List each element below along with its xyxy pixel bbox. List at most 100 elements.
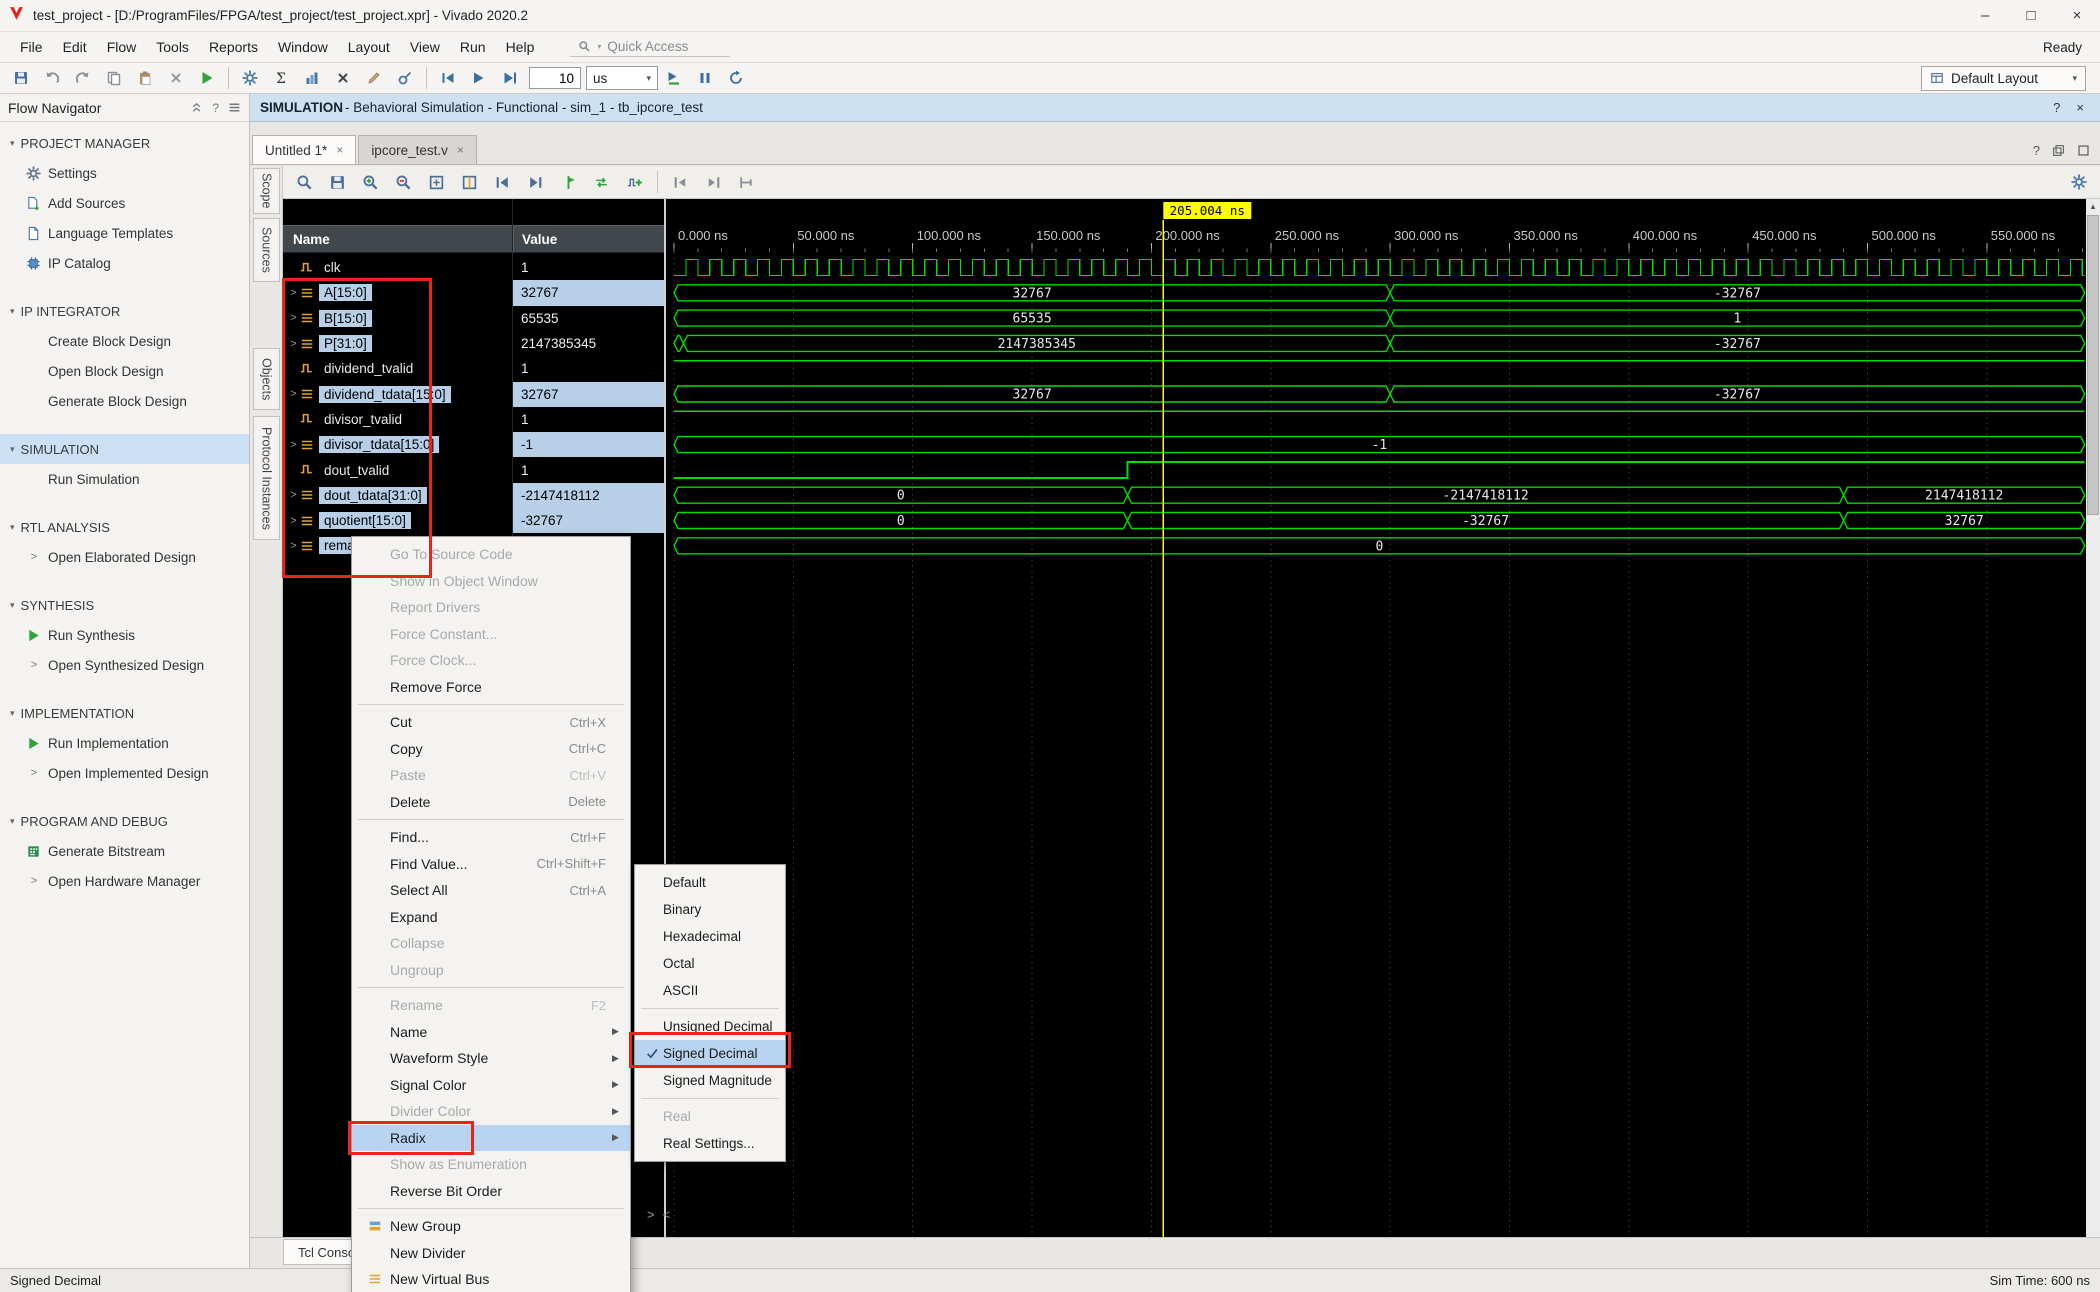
flow-item-create-block-design[interactable]: Create Block Design — [0, 326, 249, 356]
maximize-button[interactable]: □ — [2008, 0, 2054, 31]
zoom-cursor-icon[interactable] — [454, 169, 485, 196]
signal-value-dout-tdata-31-0[interactable]: -2147418112 — [513, 483, 664, 508]
flow-section-ip-integrator[interactable]: ▾IP INTEGRATOR — [0, 296, 249, 326]
waveform-settings-gear-icon[interactable] — [2063, 169, 2094, 196]
flow-item-open-elaborated-design[interactable]: >Open Elaborated Design — [0, 542, 249, 572]
zoom-in-icon[interactable] — [355, 169, 386, 196]
flow-item-generate-block-design[interactable]: Generate Block Design — [0, 386, 249, 416]
go-last-icon[interactable] — [698, 169, 729, 196]
save-project-icon[interactable] — [6, 65, 36, 91]
zoom-out-icon[interactable] — [388, 169, 419, 196]
radix-option-octal[interactable]: Octal — [635, 950, 785, 977]
flow-section-project-manager[interactable]: ▾PROJECT MANAGER — [0, 128, 249, 158]
menu-item-expand[interactable]: Expand — [352, 904, 630, 931]
report-icon[interactable] — [297, 65, 327, 91]
radix-option-binary[interactable]: Binary — [635, 896, 785, 923]
menu-edit[interactable]: Edit — [53, 35, 97, 59]
menu-item-select-all[interactable]: Select AllCtrl+A — [352, 877, 630, 904]
signal-name-clk[interactable]: clk — [283, 255, 512, 280]
float-window-icon[interactable] — [2052, 144, 2065, 157]
flow-item-run-synthesis[interactable]: Run Synthesis — [0, 620, 249, 650]
zoom-fit-icon[interactable] — [421, 169, 452, 196]
signal-value-a-15-0[interactable]: 32767 — [513, 280, 664, 305]
side-tab-sources[interactable]: Sources — [253, 218, 280, 282]
search-icon[interactable] — [289, 169, 320, 196]
run-all-icon[interactable] — [464, 65, 494, 91]
delete-icon[interactable] — [161, 65, 191, 91]
run-icon[interactable] — [192, 65, 222, 91]
side-tab-protocol-instances[interactable]: Protocol Instances — [253, 416, 280, 540]
save-icon[interactable] — [322, 169, 353, 196]
maximize-panel-icon[interactable] — [2077, 144, 2090, 157]
flow-item-open-implemented-design[interactable]: >Open Implemented Design — [0, 758, 249, 788]
radix-option-signed-magnitude[interactable]: Signed Magnitude — [635, 1067, 785, 1094]
undo-icon[interactable] — [37, 65, 67, 91]
menu-tools[interactable]: Tools — [146, 35, 199, 59]
signal-value-divisor-tvalid[interactable]: 1 — [513, 407, 664, 432]
signal-value-p-31-0[interactable]: 2147385345 — [513, 331, 664, 356]
menu-run[interactable]: Run — [450, 35, 496, 59]
menu-layout[interactable]: Layout — [338, 35, 400, 59]
restart-sim-icon[interactable] — [433, 65, 463, 91]
flow-section-simulation[interactable]: ▾SIMULATION — [0, 434, 249, 464]
flow-item-open-block-design[interactable]: Open Block Design — [0, 356, 249, 386]
time-unit-select[interactable]: us▾ — [586, 66, 658, 90]
paste-icon[interactable] — [130, 65, 160, 91]
scrollbar-thumb[interactable] — [2087, 215, 2099, 515]
add-signal-icon[interactable] — [619, 169, 650, 196]
menu-item-delete[interactable]: DeleteDelete — [352, 789, 630, 816]
help-icon[interactable]: ? — [212, 101, 219, 115]
settings-gear-icon[interactable] — [235, 65, 265, 91]
radix-option-hexadecimal[interactable]: Hexadecimal — [635, 923, 785, 950]
menu-flow[interactable]: Flow — [97, 35, 147, 59]
menu-item-cut[interactable]: CutCtrl+X — [352, 709, 630, 736]
flow-item-add-sources[interactable]: Add Sources — [0, 188, 249, 218]
scroll-up-icon[interactable]: ▲ — [2086, 199, 2100, 214]
step-icon[interactable] — [495, 65, 525, 91]
signal-value-divisor-tdata-15-0[interactable]: -1 — [513, 432, 664, 457]
sim-time-input[interactable] — [529, 67, 581, 89]
flow-item-ip-catalog[interactable]: IP Catalog — [0, 248, 249, 278]
snap-icon[interactable] — [731, 169, 762, 196]
add-marker-icon[interactable] — [553, 169, 584, 196]
probe-icon[interactable] — [390, 65, 420, 91]
menu-reports[interactable]: Reports — [199, 35, 268, 59]
menu-help[interactable]: Help — [496, 35, 545, 59]
flow-section-program-and-debug[interactable]: ▾PROGRAM AND DEBUG — [0, 806, 249, 836]
close-tab-icon[interactable]: × — [336, 143, 343, 157]
radix-option-ascii[interactable]: ASCII — [635, 977, 785, 1004]
flow-section-rtl-analysis[interactable]: ▾RTL ANALYSIS — [0, 512, 249, 542]
splitter-arrows[interactable]: >< — [647, 1207, 678, 1222]
edit-icon[interactable] — [359, 65, 389, 91]
signal-value-b-15-0[interactable]: 65535 — [513, 306, 664, 331]
copy-icon[interactable] — [99, 65, 129, 91]
menu-file[interactable]: File — [10, 35, 53, 59]
close-tab-icon[interactable]: × — [457, 143, 464, 157]
menu-item-name[interactable]: Name▶ — [352, 1019, 630, 1046]
go-first-icon[interactable] — [665, 169, 696, 196]
quick-access[interactable]: ▾ Quick Access — [570, 37, 730, 57]
menu-item-find-value[interactable]: Find Value...Ctrl+Shift+F — [352, 851, 630, 878]
radix-option-default[interactable]: Default — [635, 869, 785, 896]
menu-item-signal-color[interactable]: Signal Color▶ — [352, 1072, 630, 1099]
menu-item-remove-force[interactable]: Remove Force — [352, 674, 630, 701]
menu-window[interactable]: Window — [268, 35, 338, 59]
collapse-all-icon[interactable] — [190, 101, 203, 114]
signal-value-clk[interactable]: 1 — [513, 255, 664, 280]
side-tab-scope[interactable]: Scope — [253, 168, 280, 214]
sum-icon[interactable]: Σ — [266, 65, 296, 91]
swap-cursors-icon[interactable] — [586, 169, 617, 196]
redo-icon[interactable] — [68, 65, 98, 91]
tab-untitled-1[interactable]: Untitled 1* × — [252, 135, 356, 164]
flow-section-implementation[interactable]: ▾IMPLEMENTATION — [0, 698, 249, 728]
signal-value-dout-tvalid[interactable]: 1 — [513, 457, 664, 482]
prev-transition-icon[interactable] — [487, 169, 518, 196]
signal-value-dividend-tvalid[interactable]: 1 — [513, 356, 664, 381]
radix-option-real-settings[interactable]: Real Settings... — [635, 1130, 785, 1157]
menu-item-new-divider[interactable]: New Divider — [352, 1240, 630, 1267]
menu-item-copy[interactable]: CopyCtrl+C — [352, 736, 630, 763]
vertical-scrollbar[interactable]: ▲ — [2086, 199, 2100, 1237]
layout-select[interactable]: Default Layout▾ — [1921, 66, 2086, 91]
help-icon[interactable]: ? — [2053, 100, 2060, 115]
menu-item-waveform-style[interactable]: Waveform Style▶ — [352, 1045, 630, 1072]
